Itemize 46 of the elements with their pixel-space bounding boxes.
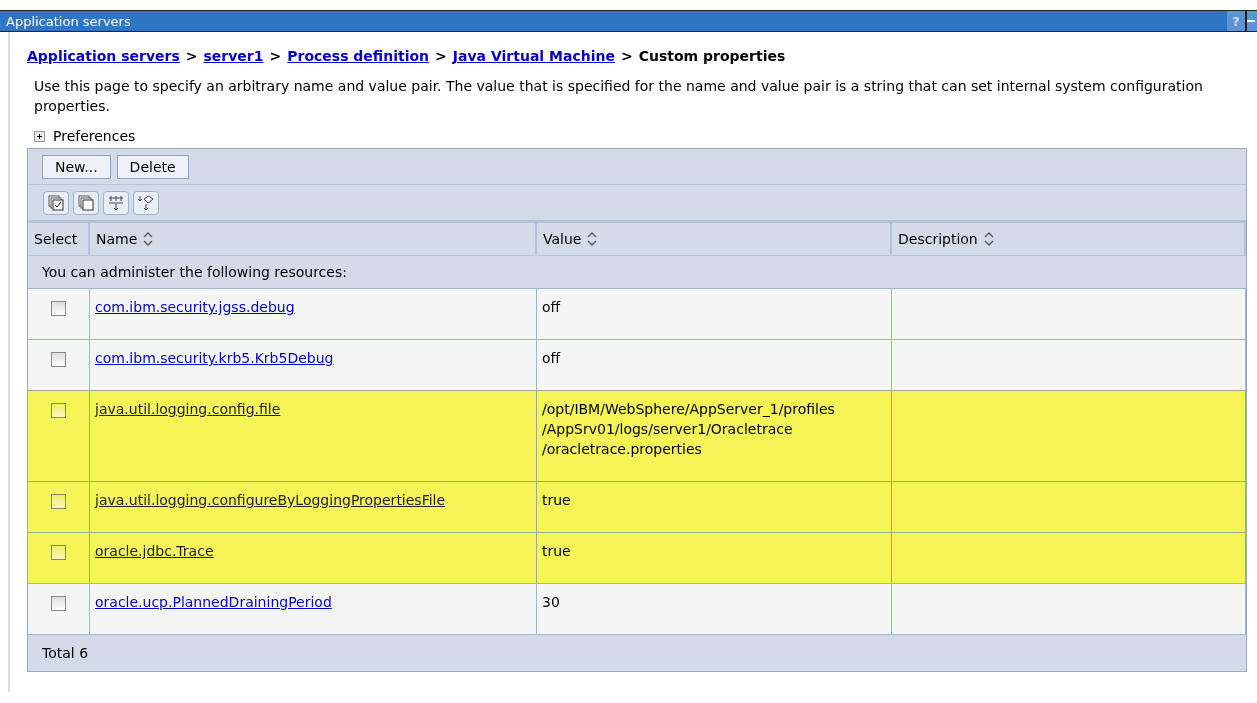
- sort-icon[interactable]: [143, 232, 154, 246]
- value-cell: off: [537, 288, 892, 339]
- breadcrumb-link[interactable]: server1: [203, 48, 264, 64]
- delete-button[interactable]: Delete: [116, 155, 189, 179]
- table-total: Total 6: [28, 634, 1246, 671]
- minimize-icon[interactable]: [1245, 11, 1257, 31]
- expand-icon[interactable]: [34, 130, 45, 142]
- page-description: Use this page to specify an arbitrary name and value pair. The value that is specified for the name and value pair is a string that can set internal system configuration properties.: [34, 77, 1204, 116]
- preferences-label[interactable]: Preferences: [53, 128, 136, 144]
- column-header[interactable]: Name: [90, 221, 537, 255]
- breadcrumb-separator: >: [185, 48, 198, 64]
- new-button[interactable]: New...: [42, 155, 111, 179]
- value-cell: true: [537, 532, 892, 583]
- row-checkbox[interactable]: [51, 596, 66, 611]
- value-cell: off: [537, 339, 892, 390]
- row-checkbox[interactable]: [51, 301, 66, 316]
- breadcrumb-separator: >: [620, 48, 633, 64]
- row-checkbox[interactable]: [51, 352, 66, 367]
- sort-icon[interactable]: [587, 232, 598, 246]
- column-header[interactable]: Value: [537, 221, 892, 255]
- property-name-link[interactable]: oracle.jdbc.Trace: [95, 543, 214, 559]
- breadcrumb-current: Custom properties: [638, 48, 786, 64]
- value-cell: /opt/IBM/WebSphere/AppServer_1/profiles/AppSrv01/logs/server1/Oracletrace/oracletrace.properties: [537, 390, 892, 481]
- breadcrumb-separator: >: [435, 48, 447, 64]
- row-checkbox[interactable]: [51, 403, 66, 418]
- clear-filter-icon[interactable]: [133, 191, 159, 215]
- breadcrumb-link[interactable]: Process definition: [287, 48, 430, 64]
- property-name-link[interactable]: oracle.ucp.PlannedDrainingPeriod: [95, 594, 332, 610]
- sort-icon[interactable]: [983, 232, 994, 246]
- row-checkbox[interactable]: [51, 545, 66, 560]
- column-header[interactable]: Description: [892, 221, 1246, 255]
- window-title: Application servers: [5, 13, 131, 29]
- value-cell: 30: [537, 583, 892, 634]
- select-all-icon[interactable]: [43, 191, 69, 215]
- property-name-link[interactable]: java.util.logging.config.file: [95, 401, 281, 417]
- breadcrumb-separator: >: [269, 48, 282, 64]
- value-cell: true: [537, 481, 892, 532]
- property-name-link[interactable]: com.ibm.security.jgss.debug: [95, 299, 295, 315]
- property-name-link[interactable]: com.ibm.security.krb5.Krb5Debug: [95, 350, 334, 366]
- table-caption: You can administer the following resources:: [28, 255, 1246, 288]
- deselect-all-icon[interactable]: [73, 191, 99, 215]
- row-checkbox[interactable]: [51, 494, 66, 509]
- breadcrumb-link[interactable]: Application servers: [27, 48, 180, 64]
- filter-icon[interactable]: [103, 191, 129, 215]
- breadcrumb-link[interactable]: Java Virtual Machine: [452, 48, 615, 64]
- column-header: Select: [28, 221, 90, 255]
